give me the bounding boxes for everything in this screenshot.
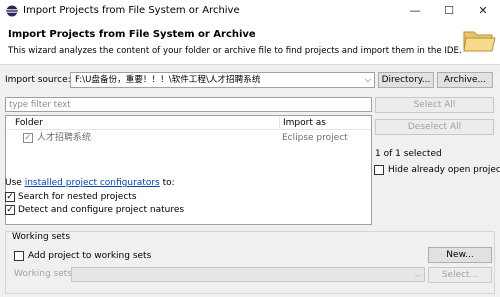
checkmark-icon: ✓: [24, 133, 32, 143]
working-sets-group-label: Working sets: [12, 232, 71, 242]
maximize-button[interactable]: ☐: [432, 0, 466, 22]
column-header-folder[interactable]: Folder: [6, 116, 279, 130]
selected-count: 1 of 1 selected: [375, 149, 442, 159]
import-source-value: F:\U盘备份，重要！！！\软件工程\人才招聘系统: [75, 75, 261, 85]
select-working-sets-button[interactable]: Select...: [428, 267, 492, 283]
hide-open-label: Hide already open projects: [388, 165, 500, 175]
title-bar: Import Projects from File System or Arch…: [0, 0, 500, 22]
use-prefix: Use: [5, 178, 22, 188]
close-button[interactable]: ✕: [466, 0, 500, 22]
detect-configure-label: Detect and configure project natures: [18, 205, 185, 215]
working-sets-label: Working sets:: [14, 269, 76, 279]
project-import-as: Eclipse project: [282, 133, 348, 143]
working-sets-group: Working sets Add project to working sets…: [5, 231, 495, 294]
checkmark-icon: ✓: [6, 205, 14, 215]
search-nested-label: Search for nested projects: [18, 192, 137, 202]
filter-input[interactable]: type filter text: [5, 97, 372, 112]
deselect-all-button[interactable]: Deselect All: [375, 119, 494, 135]
table-row[interactable]: ✓ 人才招聘系统 Eclipse project: [6, 131, 371, 145]
banner-title: Import Projects from File System or Arch…: [8, 29, 256, 40]
chevron-down-icon[interactable]: ⌵: [415, 270, 421, 280]
project-checkbox[interactable]: ✓: [23, 133, 33, 143]
filter-placeholder: type filter text: [9, 100, 71, 110]
configurators-sentence: Use installed project configurators to:: [5, 178, 175, 189]
wizard-banner: Import Projects from File System or Arch…: [0, 22, 500, 64]
dialog-body: Import source: F:\U盘备份，重要！！！\软件工程\人才招聘系统…: [0, 64, 500, 297]
use-suffix: to:: [162, 178, 175, 188]
banner-description: This wizard analyzes the content of your…: [8, 46, 462, 56]
add-to-working-sets-label: Add project to working sets: [28, 251, 152, 261]
column-header-import-as[interactable]: Import as: [280, 116, 371, 130]
window-title: Import Projects from File System or Arch…: [23, 5, 240, 16]
import-source-combo[interactable]: F:\U盘备份，重要！！！\软件工程\人才招聘系统 ⌵: [70, 72, 375, 88]
new-working-set-button[interactable]: New...: [428, 247, 492, 263]
checkmark-icon: ✓: [6, 192, 14, 202]
chevron-down-icon[interactable]: ⌵: [365, 75, 371, 85]
add-to-working-sets-checkbox[interactable]: [14, 251, 24, 261]
search-nested-checkbox[interactable]: ✓: [5, 192, 15, 202]
hide-open-checkbox[interactable]: [374, 165, 384, 175]
project-folder-name: 人才招聘系统: [37, 133, 92, 143]
import-source-label: Import source:: [5, 75, 71, 85]
detect-configure-checkbox[interactable]: ✓: [5, 205, 15, 215]
installed-configurators-link[interactable]: installed project configurators: [25, 178, 160, 188]
directory-button[interactable]: Directory...: [378, 72, 434, 88]
eclipse-icon: [6, 5, 18, 17]
select-all-button[interactable]: Select All: [375, 97, 494, 113]
archive-button[interactable]: Archive...: [437, 72, 493, 88]
folder-icon: [463, 31, 496, 52]
minimize-button[interactable]: —: [398, 0, 432, 22]
working-sets-combo[interactable]: ⌵: [71, 267, 425, 282]
